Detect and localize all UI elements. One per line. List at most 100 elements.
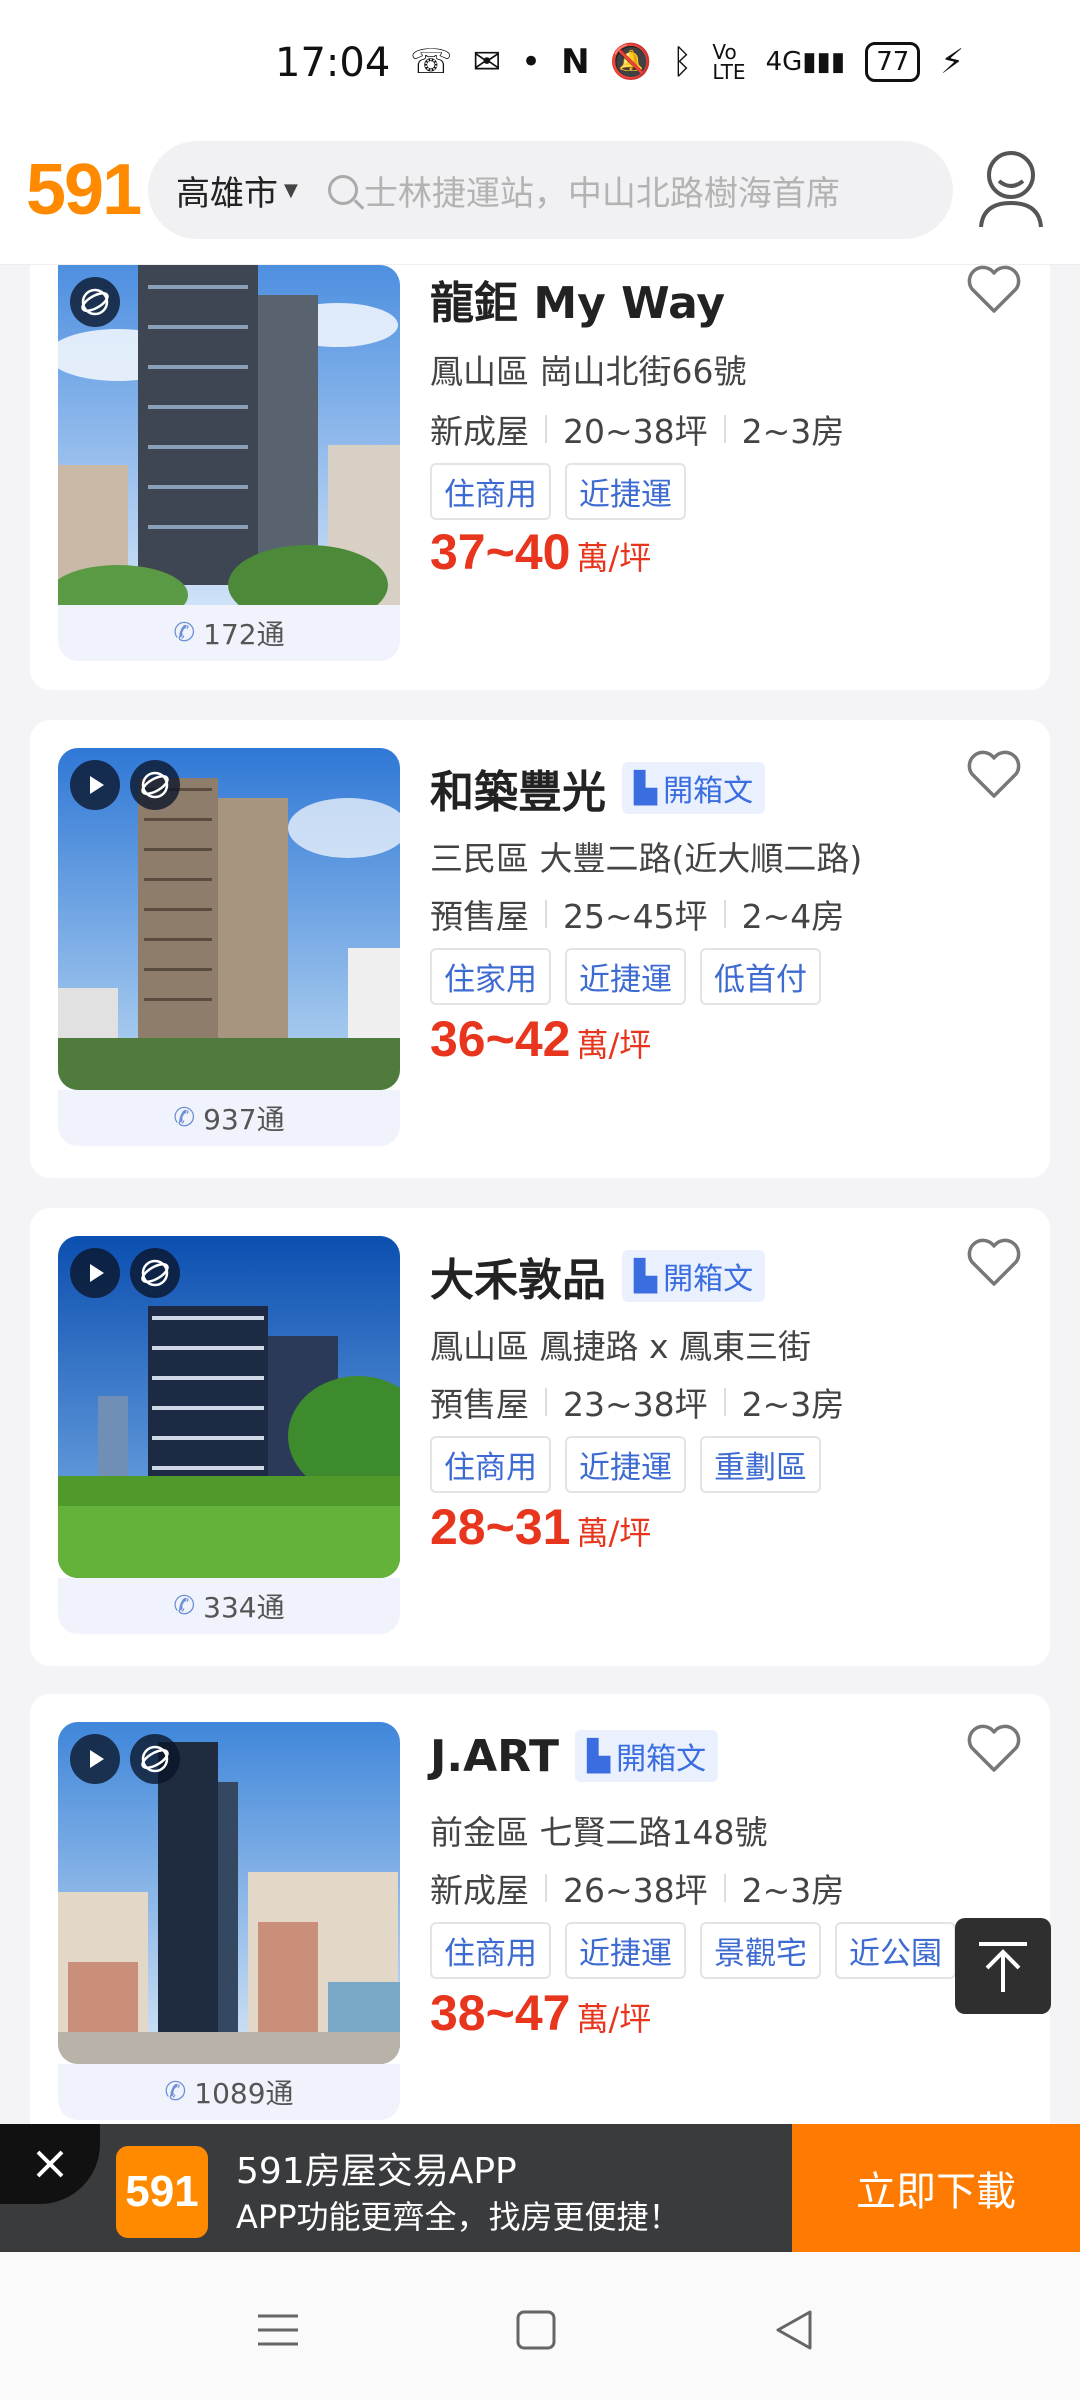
charging-icon: ⚡	[940, 42, 965, 82]
listing-photo[interactable]	[58, 1722, 400, 2064]
tag: 景觀宅	[700, 1922, 821, 1979]
listing-address: 鳳山區 崗山北街66號	[430, 352, 747, 391]
play-video-icon[interactable]	[70, 760, 120, 810]
listing-card[interactable]: ✆ 334通 大禾敦品 ▙ 開箱文 鳳山區 鳳捷路 x 鳳東三街 預售屋 23~…	[30, 1208, 1050, 1666]
phone-icon: ✆	[173, 1103, 196, 1133]
listing-specs: 新成屋 26~38坪 2~3房	[430, 1864, 844, 1912]
listing-photo[interactable]	[58, 265, 400, 605]
house-type: 新成屋	[430, 1871, 529, 1910]
article-label: 開箱文	[616, 1742, 707, 1777]
search-input[interactable]: 士林捷運站，中山北路樹海首席	[364, 166, 840, 215]
dot-icon: •	[521, 42, 542, 82]
house-type: 預售屋	[430, 897, 529, 936]
city-selector[interactable]: 高雄市 ▼	[176, 166, 298, 215]
vr-tour-icon[interactable]	[130, 1248, 180, 1298]
phone-icon: ✆	[173, 1591, 196, 1621]
price-value: 38~47	[430, 1985, 571, 2041]
listing-price: 38~47 萬/坪	[430, 1984, 651, 2042]
call-count-label: 1089通	[194, 2077, 294, 2110]
back-icon[interactable]	[766, 2302, 822, 2358]
tag: 近捷運	[565, 463, 686, 520]
banner-title: 591房屋交易APP	[236, 2151, 517, 2192]
listing-specs: 新成屋 20~38坪 2~3房	[430, 405, 844, 453]
city-label: 高雄市	[176, 173, 278, 214]
area: 25~45坪	[563, 897, 708, 936]
call-count: ✆ 937通	[58, 1090, 400, 1146]
tag: 近捷運	[565, 1922, 686, 1979]
status-time: 17:04	[275, 40, 391, 86]
listing-address: 三民區 大豐二路(近大順二路)	[430, 839, 863, 878]
play-video-icon[interactable]	[70, 1248, 120, 1298]
back-to-top-button[interactable]	[955, 1918, 1051, 2014]
missed-call-icon: ☏	[410, 42, 453, 82]
tag: 住商用	[430, 1922, 551, 1979]
call-count-label: 937通	[203, 1103, 285, 1136]
tag: 住商用	[430, 1436, 551, 1493]
listing-price: 28~31 萬/坪	[430, 1498, 651, 1556]
price-unit: 萬/坪	[576, 1514, 652, 1552]
tag: 近捷運	[565, 1436, 686, 1493]
listing-card[interactable]: ✆ 172通 龍鉅 My Way 鳳山區 崗山北街66號 新成屋 20~38坪 …	[30, 265, 1050, 690]
heart-icon[interactable]	[966, 263, 1022, 315]
phone-icon: ✆	[173, 618, 196, 648]
price-unit: 萬/坪	[576, 539, 652, 577]
banner-subtitle: APP功能更齊全，找房更便捷！	[236, 2198, 681, 2236]
menu-icon[interactable]	[250, 2302, 306, 2358]
heart-icon[interactable]	[966, 748, 1022, 800]
article-tag[interactable]: ▙ 開箱文	[575, 1730, 719, 1782]
search-icon	[327, 175, 358, 205]
listing-tags: 住商用 近捷運 重劃區	[430, 1436, 821, 1493]
heart-icon[interactable]	[966, 1236, 1022, 1288]
area: 20~38坪	[563, 412, 708, 451]
volte-icon: Vo LTE	[712, 40, 746, 84]
listing-card[interactable]: ✆ 1089通 J.ART ▙ 開箱文 前金區 七賢二路148號 新成屋 26~…	[30, 1694, 1050, 2152]
close-icon	[36, 2150, 64, 2178]
search-bar[interactable]: 高雄市 ▼ 士林捷運站，中山北路樹海首席	[148, 141, 953, 239]
article-tag[interactable]: ▙ 開箱文	[622, 1250, 766, 1302]
status-icons: ☏ ✉ • N 🔕 ᛒ Vo LTE 4G▮▮▮ 77 ⚡	[410, 42, 964, 82]
rooms: 2~4房	[741, 897, 845, 936]
listing-photo[interactable]	[58, 1236, 400, 1578]
rooms: 2~3房	[741, 412, 845, 451]
listing-title[interactable]: 大禾敦品	[430, 1244, 606, 1308]
listing-title[interactable]: J.ART	[430, 1731, 559, 1782]
battery-icon: 77	[865, 42, 921, 82]
house-type: 新成屋	[430, 412, 529, 451]
user-icon[interactable]	[975, 147, 1047, 229]
listing-photo[interactable]	[58, 748, 400, 1090]
header: 591 高雄市 ▼ 士林捷運站，中山北路樹海首席	[0, 135, 1080, 265]
listing-specs: 預售屋 23~38坪 2~3房	[430, 1378, 844, 1426]
arrow-up-icon	[979, 1942, 1027, 1992]
listing-specs: 預售屋 25~45坪 2~4房	[430, 890, 844, 938]
site-logo[interactable]: 591	[26, 149, 142, 231]
close-banner-button[interactable]	[0, 2124, 100, 2204]
listing-tags: 住商用 近捷運 景觀宅 近公園	[430, 1922, 956, 1979]
listing-price: 37~40 萬/坪	[430, 523, 651, 581]
area: 26~38坪	[563, 1871, 708, 1910]
house-type: 預售屋	[430, 1385, 529, 1424]
vr-tour-icon[interactable]	[130, 1734, 180, 1784]
listing-tags: 住商用 近捷運	[430, 463, 686, 520]
vr-tour-icon[interactable]	[130, 760, 180, 810]
heart-icon[interactable]	[966, 1722, 1022, 1774]
listing-title[interactable]: 龍鉅 My Way	[430, 267, 725, 331]
system-navbar	[0, 2252, 1080, 2400]
listing-title[interactable]: 和築豐光	[430, 756, 606, 820]
call-count-label: 334通	[203, 1591, 285, 1624]
app-download-banner[interactable]: 591 591房屋交易APP APP功能更齊全，找房更便捷！ 立即下載	[0, 2124, 1080, 2252]
signal-4g-icon: 4G▮▮▮	[765, 47, 846, 77]
home-icon[interactable]	[508, 2302, 564, 2358]
listing-address: 前金區 七賢二路148號	[430, 1813, 768, 1852]
rooms: 2~3房	[741, 1871, 845, 1910]
vr-tour-icon[interactable]	[70, 277, 120, 327]
listing-address: 鳳山區 鳳捷路 x 鳳東三街	[430, 1327, 811, 1366]
article-icon: ▙	[587, 1738, 611, 1774]
app-logo: 591	[116, 2146, 208, 2238]
call-count: ✆ 172通	[58, 605, 400, 661]
price-unit: 萬/坪	[576, 1026, 652, 1064]
listing-card[interactable]: ✆ 937通 和築豐光 ▙ 開箱文 三民區 大豐二路(近大順二路) 預售屋 25…	[30, 720, 1050, 1178]
price-unit: 萬/坪	[576, 2000, 652, 2038]
play-video-icon[interactable]	[70, 1734, 120, 1784]
article-tag[interactable]: ▙ 開箱文	[622, 762, 766, 814]
download-now-button[interactable]: 立即下載	[792, 2124, 1080, 2252]
